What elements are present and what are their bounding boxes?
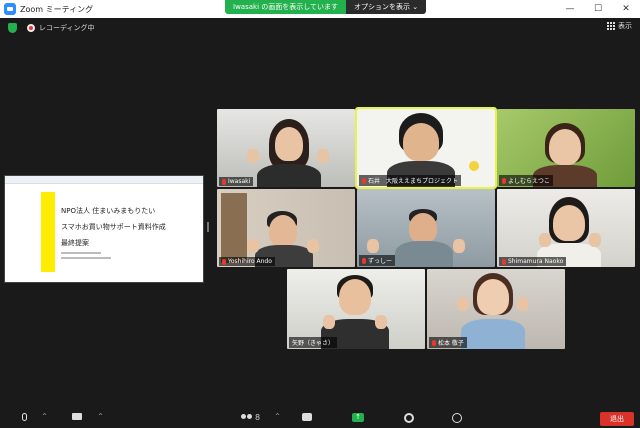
slide-line-2: スマホお買い物サポート資料作成 (61, 223, 166, 231)
participants-button[interactable]: 8 (241, 413, 260, 422)
participant-name-tag: Iwasaki (219, 177, 254, 186)
leave-button[interactable]: 退出 (600, 412, 634, 426)
zoom-logo-icon (4, 3, 16, 15)
mic-muted-icon (432, 339, 436, 346)
shield-icon[interactable] (8, 23, 17, 33)
mic-muted-icon (502, 258, 506, 265)
video-tile-yoshimura[interactable]: よしむらえつこ (497, 109, 635, 187)
share-screen-icon: ↑ (352, 413, 364, 422)
slide-small-text (61, 257, 111, 259)
view-button[interactable]: 表示 (607, 21, 632, 31)
video-tile-ando[interactable]: Yoshihiro Ando (217, 189, 355, 267)
video-tile-iwasaki[interactable]: Iwasaki (217, 109, 355, 187)
video-tile-matsumoto[interactable]: 松本 敬子 (427, 269, 565, 349)
share-status-text: Iwasaki の画面を表示しています (225, 0, 347, 14)
mic-muted-icon (222, 258, 226, 265)
video-tile-ishii[interactable]: 石井 大阪ええまちプロジェクト (355, 107, 497, 189)
view-label: 表示 (618, 22, 632, 30)
poster-decoration (469, 161, 479, 171)
participants-count: 8 (255, 413, 261, 422)
share-screen-button[interactable]: ↑ (352, 413, 364, 422)
mic-muted-icon (502, 177, 506, 184)
meeting-toolbar: ^ ^ 8 ^ ↑ (0, 408, 640, 428)
shared-screen-thumbnail[interactable]: NPO法人 住まいみまもりたい スマホお買い物サポート資料作成 最終提案 (4, 175, 204, 283)
video-tile-zusshi[interactable]: ずっしー (357, 189, 495, 267)
reaction-icon (452, 413, 462, 423)
grid-icon (607, 22, 615, 30)
reactions-button[interactable] (452, 413, 462, 423)
microphone-icon (22, 413, 27, 421)
mute-button[interactable] (22, 413, 27, 421)
maximize-button[interactable]: ☐ (584, 0, 612, 18)
mic-muted-icon (362, 177, 366, 184)
participant-name-tag: 矢野（きゃさ） (289, 337, 338, 348)
collapse-handle[interactable] (207, 222, 209, 232)
participant-name-tag: Shimamura Naoko (499, 257, 567, 266)
recording-label: レコーディング中 (39, 24, 95, 32)
chat-icon (302, 413, 312, 421)
window-controls: — ☐ ✕ (556, 0, 640, 18)
recording-icon (27, 24, 35, 32)
slide-line-3: 最終提案 (61, 239, 89, 247)
chat-button[interactable] (302, 413, 312, 421)
mic-muted-icon (222, 178, 226, 185)
video-tile-shimamura[interactable]: Shimamura Naoko (497, 189, 635, 267)
participants-options-caret[interactable]: ^ (275, 413, 280, 420)
video-options-caret[interactable]: ^ (98, 413, 103, 420)
slide-yellow-bar (41, 192, 55, 272)
audio-options-caret[interactable]: ^ (42, 413, 47, 420)
slide-small-text (61, 252, 101, 254)
participant-name-tag: 松本 敬子 (429, 337, 467, 348)
browser-bar (5, 176, 203, 184)
video-tile-yano[interactable]: 矢野（きゃさ） (287, 269, 425, 349)
participant-name-tag: ずっしー (359, 255, 396, 266)
participant-name-tag: Yoshihiro Ando (219, 257, 275, 266)
participant-name-tag: よしむらえつこ (499, 175, 553, 186)
window-title: Zoom ミーティング (20, 4, 94, 14)
participant-name-tag: 石井 大阪ええまちプロジェクト (359, 175, 462, 186)
record-button[interactable] (404, 413, 414, 423)
view-options-button[interactable]: オプションを表示 ⌄ (346, 0, 427, 14)
camera-icon (72, 413, 82, 420)
video-button[interactable] (72, 413, 82, 420)
participants-icon (241, 413, 253, 422)
record-icon (404, 413, 414, 423)
minimize-button[interactable]: — (556, 0, 584, 18)
close-button[interactable]: ✕ (612, 0, 640, 18)
share-banner: Iwasaki の画面を表示しています オプションを表示 ⌄ (225, 0, 427, 14)
slide-line-1: NPO法人 住まいみまもりたい (61, 207, 156, 215)
bookshelf (221, 193, 247, 263)
meeting-topbar: レコーディング中 表示 (0, 18, 640, 38)
mic-muted-icon (362, 257, 366, 264)
